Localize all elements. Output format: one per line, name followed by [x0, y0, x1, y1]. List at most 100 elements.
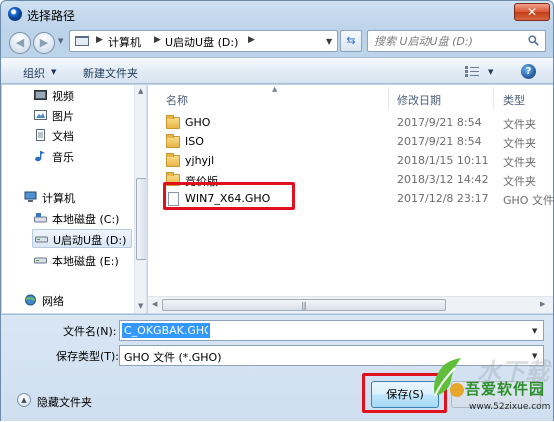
- breadcrumb-chevron-icon[interactable]: ▶: [248, 35, 255, 45]
- chevron-up-icon: ▲: [17, 393, 31, 407]
- column-header-date[interactable]: 修改日期: [397, 92, 441, 108]
- address-bar[interactable]: ▶ 计算机 ▶ U启动U盘 (D:) ▶ ▼: [69, 30, 338, 52]
- sidebar-item-local-disk-c[interactable]: 本地磁盘 (C:): [34, 209, 146, 228]
- file-date: 2017/12/8 23:17: [397, 192, 489, 205]
- back-button[interactable]: ◀: [9, 32, 31, 54]
- filename-combobox[interactable]: ▼: [119, 320, 544, 341]
- document-icon: [36, 129, 45, 141]
- view-chevron-down-icon[interactable]: ▼: [488, 68, 493, 76]
- sidebar-item-label: 视频: [52, 90, 74, 103]
- sort-ascending-icon: ▲: [272, 85, 278, 93]
- column-divider[interactable]: [388, 87, 389, 109]
- horizontal-scrollbar[interactable]: ◀ ||| ▶: [148, 296, 553, 313]
- file-row-yjhyjl-folder[interactable]: yjhyjl 2018/1/15 10:11 文件夹: [148, 152, 553, 171]
- app-icon: [8, 7, 22, 21]
- file-date: 2018/3/12 14:42: [397, 173, 489, 186]
- breadcrumb-computer[interactable]: 计算机: [108, 34, 141, 50]
- file-date: 2017/9/21 8:54: [397, 135, 482, 148]
- scroll-left-arrow-icon[interactable]: ◀: [152, 300, 157, 308]
- watermark-site-name: 吾爱软件园: [465, 380, 546, 398]
- file-row-gho-folder[interactable]: GHO 2017/9/21 8:54 文件夹: [148, 114, 553, 133]
- sidebar-item-label: 网络: [42, 295, 64, 308]
- view-options-icon[interactable]: [465, 66, 479, 77]
- scroll-down-arrow-icon[interactable]: ▼: [138, 302, 143, 310]
- site-logo-icon: [434, 358, 464, 397]
- sidebar-item-usb-drive-d[interactable]: U启动U盘 (D:): [32, 229, 132, 248]
- column-header-type[interactable]: 类型: [503, 92, 525, 108]
- picture-icon: [34, 110, 47, 120]
- sidebar-item-label: 文档: [52, 130, 74, 143]
- search-icon[interactable]: [528, 35, 539, 46]
- refresh-button[interactable]: ⇆: [340, 30, 362, 52]
- filename-label: 文件名(N):: [63, 325, 117, 338]
- file-type: 文件夹: [503, 118, 536, 131]
- sidebar-item-documents[interactable]: 文档: [34, 126, 146, 145]
- file-date: 2018/1/15 10:11: [397, 154, 489, 167]
- horizontal-scroll-thumb[interactable]: |||: [162, 299, 446, 311]
- folder-icon: [166, 153, 180, 167]
- forward-button[interactable]: ▶: [33, 32, 55, 54]
- sidebar-item-computer[interactable]: 计算机: [24, 188, 146, 207]
- organize-chevron-down-icon[interactable]: ▼: [51, 68, 56, 76]
- sidebar-item-label: 图片: [52, 110, 74, 123]
- command-toolbar: 组织 ▼ 新建文件夹 ▼ ?: [1, 57, 553, 84]
- title-bar: 选择路径 ✕: [1, 1, 553, 27]
- close-button[interactable]: ✕: [514, 3, 550, 21]
- filename-input[interactable]: [122, 323, 210, 338]
- nav-scroll-thumb[interactable]: [136, 178, 146, 260]
- sidebar-item-label: U启动U盘 (D:): [53, 234, 127, 247]
- new-folder-button[interactable]: 新建文件夹: [83, 65, 138, 81]
- search-input[interactable]: [374, 34, 519, 49]
- watermark-site-url: www.52zixue.com: [469, 402, 551, 412]
- refresh-icon: ⇆: [346, 34, 356, 47]
- file-name: ISO: [185, 135, 204, 148]
- save-type-value: GHO 文件 (*.GHO): [124, 351, 222, 364]
- organize-button[interactable]: 组织: [23, 65, 45, 81]
- music-icon: [35, 151, 45, 162]
- network-icon: [25, 294, 36, 306]
- file-row-iso-folder[interactable]: ISO 2017/9/21 8:54 文件夹: [148, 133, 553, 152]
- help-icon[interactable]: ?: [521, 64, 536, 79]
- column-divider[interactable]: [493, 87, 494, 109]
- file-date: 2017/9/21 8:54: [397, 116, 482, 129]
- file-list: ▲ 名称 修改日期 类型 GHO 2017/9/21 8:54 文件夹 ISO …: [148, 85, 554, 313]
- column-header-name[interactable]: 名称: [166, 92, 188, 108]
- save-dialog-window: 选择路径 ✕ ◀ ▶ ▼ ▶ 计算机 ▶ U启动U盘 (D:) ▶ ▼ ⇆ 组织…: [0, 0, 554, 421]
- breadcrumb-usb-drive[interactable]: U启动U盘 (D:): [165, 34, 238, 50]
- sidebar-item-network[interactable]: 网络: [24, 291, 146, 310]
- file-type: 文件夹: [503, 156, 536, 169]
- recent-locations-chevron-down-icon[interactable]: ▼: [58, 37, 63, 45]
- navigation-pane: 视频 图片 文档 音乐 计算机 本地磁盘 (C:) U启动U盘 (D:) 本地磁…: [2, 85, 147, 313]
- computer-icon: [24, 191, 37, 202]
- window-title: 选择路径: [27, 9, 76, 23]
- sidebar-item-label: 本地磁盘 (C:): [52, 213, 120, 226]
- sidebar-item-local-disk-e[interactable]: 本地磁盘 (E:): [34, 251, 146, 270]
- sidebar-item-label: 音乐: [52, 151, 74, 164]
- drive-icon: [34, 213, 47, 223]
- search-box[interactable]: [367, 30, 546, 52]
- scroll-up-arrow-icon[interactable]: ▲: [138, 87, 143, 95]
- hide-folders-label: 隐藏文件夹: [37, 396, 92, 409]
- usb-drive-icon: [35, 236, 48, 243]
- breadcrumb-chevron-icon[interactable]: ▶: [96, 35, 103, 45]
- sidebar-item-music[interactable]: 音乐: [34, 147, 146, 166]
- breadcrumb-chevron-icon[interactable]: ▶: [154, 35, 161, 45]
- drive-icon: [34, 257, 47, 264]
- scroll-right-arrow-icon[interactable]: ▶: [540, 300, 545, 308]
- video-icon: [34, 90, 47, 100]
- nav-pane-scrollbar[interactable]: ▲ ▼: [134, 85, 146, 313]
- file-name: GHO: [185, 116, 211, 129]
- sidebar-item-label: 本地磁盘 (E:): [52, 255, 119, 268]
- forward-arrow-icon: ▶: [39, 36, 49, 49]
- watermark: 水下载 吾爱软件园 www.52zixue.com: [425, 350, 554, 422]
- filename-chevron-down-icon[interactable]: ▼: [532, 327, 537, 335]
- file-type: GHO 文件: [503, 194, 554, 207]
- sidebar-item-pictures[interactable]: 图片: [34, 106, 146, 125]
- annotation-highlight-box: [163, 182, 295, 210]
- computer-location-icon: [75, 36, 89, 46]
- address-history-chevron-down-icon[interactable]: ▼: [326, 37, 332, 46]
- back-arrow-icon: ◀: [15, 36, 25, 49]
- sidebar-item-videos[interactable]: 视频: [34, 86, 146, 105]
- file-type: 文件夹: [503, 175, 536, 188]
- scroll-grip-icon: |||: [301, 301, 307, 310]
